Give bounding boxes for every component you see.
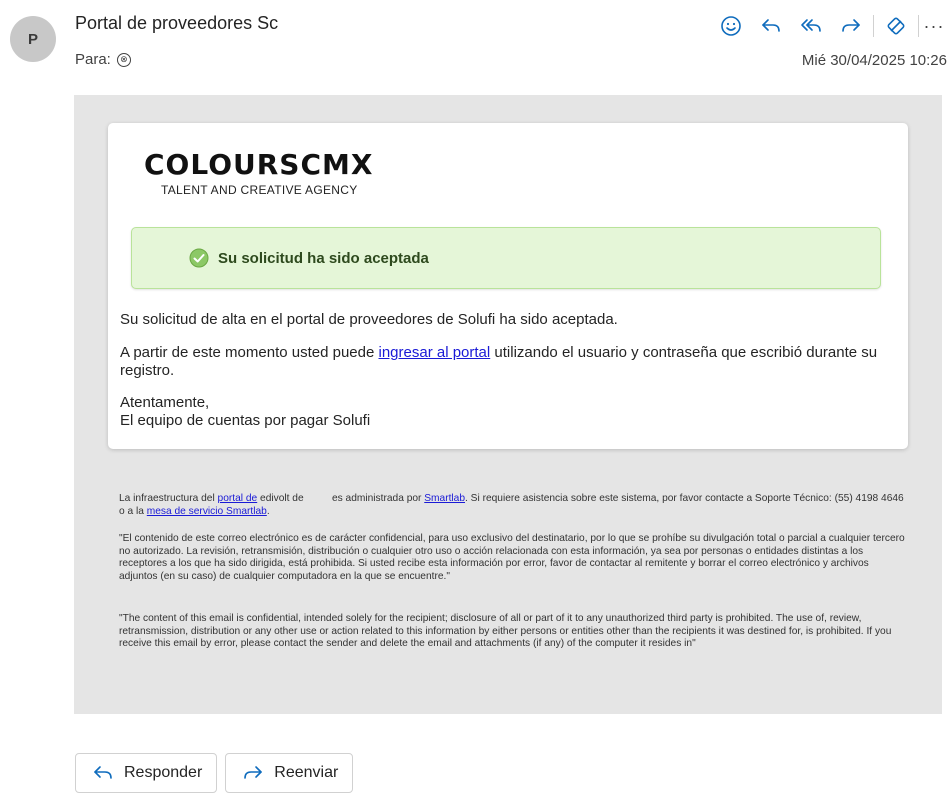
company-logo: COLOURSCMX TALENT AND CREATIVE AGENCY [144,148,374,198]
disclaimer-english: "The content of this email is confidenti… [119,613,892,649]
sender-name[interactable]: Portal de proveedores Sc [75,13,278,34]
signature-text: El equipo de cuentas por pagar Solufi [120,412,371,429]
check-circle-icon [189,248,209,268]
to-line: Para: ⊗ [75,51,131,68]
reply-icon [94,766,112,779]
signature-block: Atentamente, El equipo de cuentas por pa… [120,394,370,430]
to-label: Para: [75,51,111,68]
remove-recipient-icon[interactable]: ⊗ [116,52,131,67]
reply-button[interactable]: Responder [75,753,218,793]
infra-text-2: edivolt de es administrada por [257,493,425,504]
alert-message: Su solicitud ha sido aceptada [218,249,429,267]
notification-card: COLOURSCMX TALENT AND CREATIVE AGENCY Su… [108,123,908,449]
closing-text: Atentamente, [120,394,210,411]
smartlab-link[interactable]: Smartlab [424,493,465,504]
body-paragraph-2: A partir de este momento usted puede ing… [120,344,890,380]
reply-button-label: Responder [124,764,203,781]
toolbar-separator-2 [918,15,919,37]
portal-link[interactable]: ingresar al portal [379,344,491,361]
reply-all-icon[interactable] [791,10,831,42]
sender-avatar[interactable]: P [10,16,56,62]
service-desk-link[interactable]: mesa de servicio Smartlab [147,506,267,517]
infrastructure-notice: La infraestructura del portal de edivolt… [119,493,909,518]
logo-wordmark: COLOURSCMX [144,148,374,181]
more-icon[interactable]: ··· [921,10,947,42]
message-toolbar: ··· [711,10,947,42]
message-body: COLOURSCMX TALENT AND CREATIVE AGENCY Su… [74,95,942,714]
forward-icon [244,766,263,779]
logo-tagline: TALENT AND CREATIVE AGENCY [161,183,358,197]
disclaimer-spanish: "El contenido de este correo electrónico… [119,533,905,582]
reply-icon[interactable] [751,10,791,42]
forward-button[interactable]: Reenviar [225,753,354,793]
emoji-icon[interactable] [711,10,751,42]
message-date: Mié 30/04/2025 10:26 [801,52,947,69]
toolbar-separator [873,15,874,37]
portal-footer-link[interactable]: portal de [218,493,258,504]
infra-text-1: La infraestructura del [119,493,218,504]
forward-icon[interactable] [831,10,871,42]
body-paragraph-1: Su solicitud de alta en el portal de pro… [120,311,618,328]
forward-button-label: Reenviar [274,764,339,781]
p2-text-before: A partir de este momento usted puede [120,344,379,361]
sensitivity-icon[interactable] [876,10,916,42]
reply-buttons: Responder Reenviar [75,753,354,793]
infra-text-4: . [266,505,270,517]
success-alert: Su solicitud ha sido aceptada [131,227,881,289]
